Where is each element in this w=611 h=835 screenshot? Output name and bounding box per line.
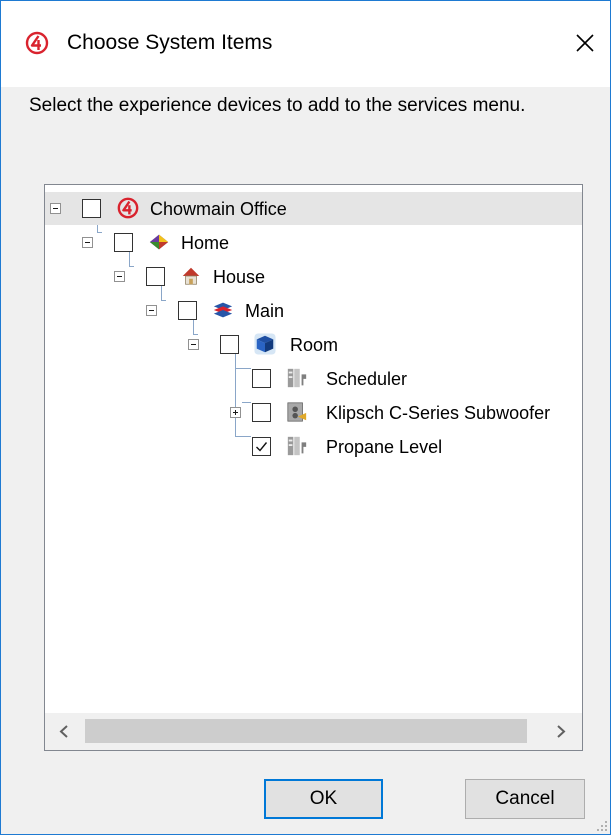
checkbox[interactable]: [178, 301, 197, 320]
cancel-button[interactable]: Cancel: [465, 779, 585, 819]
tree-node-label: Main: [245, 301, 285, 321]
tree-node-label: Propane Level: [326, 437, 443, 457]
tree-node-main[interactable]: Main: [45, 294, 582, 327]
tree-node-propane-level[interactable]: Propane Level: [45, 430, 582, 463]
scroll-right-button[interactable]: [542, 713, 582, 750]
floor-icon: [213, 302, 233, 318]
checkbox[interactable]: [146, 267, 165, 286]
tree-node-label: House: [213, 267, 266, 287]
subwoofer-icon: [287, 402, 307, 422]
chevron-right-icon: [557, 725, 566, 738]
checkbox[interactable]: [82, 199, 101, 218]
close-button[interactable]: [571, 29, 599, 57]
tree-node-room[interactable]: Room: [45, 328, 582, 361]
tree-node-klipsch-c-series-subwoofer[interactable]: Klipsch C-Series Subwoofer: [45, 396, 582, 429]
close-icon: [576, 34, 594, 52]
collapse-toggle[interactable]: [50, 203, 61, 214]
tree-node-label: Room: [290, 335, 339, 355]
checkbox[interactable]: [252, 369, 271, 388]
scrollbar-thumb[interactable]: [85, 719, 527, 743]
expand-toggle[interactable]: [230, 407, 241, 418]
tree-node-scheduler[interactable]: Scheduler: [45, 362, 582, 395]
checkmark-icon: [256, 442, 268, 452]
scroll-left-button[interactable]: [45, 713, 85, 750]
checkbox[interactable]: [252, 403, 271, 422]
house-icon: [182, 267, 200, 285]
control4-logo-icon: [25, 31, 49, 55]
choose-system-items-dialog: Choose System Items Select the experienc…: [0, 0, 611, 835]
checkbox[interactable]: [220, 335, 239, 354]
instruction-text: Select the experience devices to add to …: [29, 95, 526, 116]
driver-icon: [287, 436, 307, 456]
collapse-toggle[interactable]: [114, 271, 125, 282]
horizontal-scrollbar[interactable]: [45, 713, 582, 750]
tree-node-house[interactable]: House: [45, 260, 582, 293]
room-icon: [254, 333, 276, 355]
checkbox[interactable]: [114, 233, 133, 252]
home-icon: [149, 234, 169, 250]
tree-node-label: Scheduler: [326, 369, 408, 389]
collapse-toggle[interactable]: [188, 339, 199, 350]
tree-node-home[interactable]: Home: [45, 226, 582, 259]
control4-logo-icon: [117, 197, 139, 219]
collapse-toggle[interactable]: [146, 305, 157, 316]
ok-button[interactable]: OK: [264, 779, 383, 819]
chevron-left-icon: [59, 725, 68, 738]
driver-icon: [287, 368, 307, 388]
tree-node-label: Klipsch C-Series Subwoofer: [326, 403, 551, 423]
collapse-toggle[interactable]: [82, 237, 93, 248]
tree-node-chowmain-office[interactable]: Chowmain Office: [45, 192, 582, 225]
window-title: Choose System Items: [67, 31, 273, 54]
resize-grip-icon[interactable]: [595, 819, 609, 833]
title-bar: Choose System Items: [1, 1, 610, 87]
tree-node-label: Home: [181, 233, 230, 253]
tree-node-label: Chowmain Office: [150, 199, 287, 219]
system-items-tree[interactable]: Chowmain Office Home House Main Room Sch…: [44, 184, 583, 751]
checkbox[interactable]: [252, 437, 271, 456]
